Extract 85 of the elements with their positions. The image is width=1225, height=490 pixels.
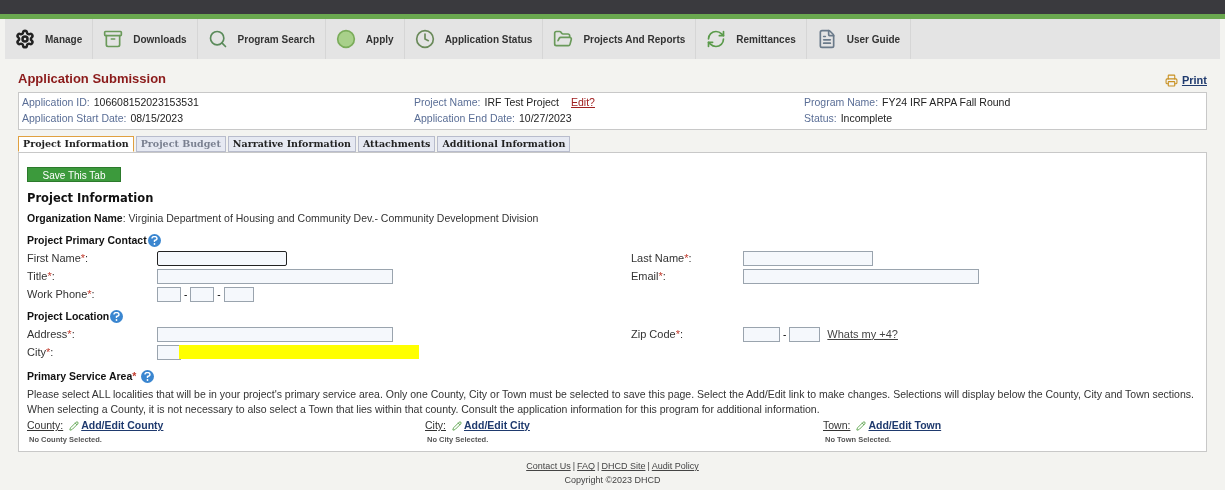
box-icon <box>103 29 124 49</box>
refresh-icon <box>706 29 727 49</box>
add-edit-link[interactable]: Add/Edit County <box>69 418 164 434</box>
footer-link[interactable]: DHCD Site <box>601 460 646 474</box>
summary-value: Incomplete <box>840 111 893 127</box>
dash-separator: - <box>783 327 787 342</box>
input-field[interactable] <box>743 268 979 284</box>
footer-separator: | <box>647 460 650 474</box>
printer-icon <box>1164 73 1178 87</box>
edit-link[interactable]: Edit? <box>571 94 595 111</box>
pencil-icon <box>452 421 462 432</box>
locality-label: County: <box>27 418 64 434</box>
tab[interactable]: Project Information <box>18 136 134 152</box>
input-field[interactable] <box>157 286 181 302</box>
field-label: Work Phone*: <box>27 287 96 302</box>
tab[interactable]: Additional Information <box>437 136 571 152</box>
print-link[interactable]: Print <box>1164 72 1207 89</box>
group-heading: Project Location <box>27 308 110 324</box>
input-field[interactable] <box>157 344 181 360</box>
input-field[interactable] <box>743 250 873 266</box>
summary-value: FY24 IRF ARPA Fall Round <box>882 94 1011 110</box>
folder-icon <box>553 29 574 49</box>
add-edit-link[interactable]: Add/Edit City <box>452 418 530 434</box>
footer-link[interactable]: FAQ <box>577 460 596 474</box>
tab[interactable]: Attachments <box>357 136 436 152</box>
field-label: Email*: <box>631 269 667 284</box>
toolbar-button[interactable]: Downloads <box>93 19 198 59</box>
input-field[interactable] <box>789 326 821 342</box>
summary-label: Project Name: <box>414 94 481 110</box>
footer-separator: | <box>572 460 576 474</box>
section-title: Project Information <box>27 190 155 207</box>
toolbar-button[interactable]: Remittances <box>696 19 807 59</box>
footer-link[interactable]: Contact Us <box>526 460 571 474</box>
help-icon[interactable] <box>147 234 161 248</box>
summary-value: 10/27/2023 <box>519 111 572 127</box>
summary-label: Application End Date: <box>414 111 515 127</box>
footer-separator: | <box>597 460 600 474</box>
add-edit-link[interactable]: Add/Edit Town <box>856 418 942 434</box>
field-label: Title*: <box>27 269 56 284</box>
footer-link[interactable]: Audit Policy <box>651 460 699 474</box>
save-button[interactable]: Save This Tab <box>27 167 121 182</box>
help-icon[interactable] <box>141 369 155 383</box>
summary-value: IRF Test Project <box>484 94 560 110</box>
copyright-text: Copyright ©2023 DHCD <box>564 473 661 487</box>
search-icon <box>207 29 228 49</box>
toolbar-button[interactable]: Application Status <box>404 19 544 59</box>
field-label: Last Name*: <box>631 251 693 266</box>
input-field[interactable] <box>157 326 393 342</box>
toolbar-button[interactable]: Apply <box>325 19 405 59</box>
input-field[interactable] <box>157 268 393 284</box>
clock-icon <box>414 29 435 49</box>
circle-icon <box>335 29 356 49</box>
input-field[interactable] <box>743 326 780 342</box>
group-heading: Project Primary Contact <box>27 233 147 248</box>
dash-separator: - <box>184 287 188 302</box>
summary-value: 106608152023153531 <box>93 94 199 110</box>
gear-icon <box>15 29 35 49</box>
input-field[interactable] <box>157 250 287 266</box>
page-title: Application Submission <box>18 70 167 88</box>
dash-separator: - <box>217 287 221 302</box>
zip-lookup-link[interactable]: Whats my +4? <box>827 325 898 343</box>
help-icon[interactable] <box>110 310 124 324</box>
locality-label: Town: <box>823 418 851 434</box>
field-label: First Name*: <box>27 251 90 266</box>
field-label: City*: <box>27 344 55 360</box>
field-label: Zip Code*: <box>631 326 684 342</box>
toolbar-button[interactable]: Projects And Reports <box>543 19 697 59</box>
organization-text: Organization Name: Virginia Department of Housing and Community Dev.- Community Development Division <box>27 211 540 227</box>
input-field[interactable] <box>190 286 215 302</box>
locality-label: City: <box>425 418 446 434</box>
field-label: Address*: <box>27 326 76 342</box>
summary-label: Status: <box>804 111 837 127</box>
summary-label: Application ID: <box>22 94 90 110</box>
input-field[interactable] <box>223 286 254 302</box>
group-heading: Primary Service Area* <box>27 368 137 384</box>
tab[interactable]: Narrative Information <box>227 136 356 152</box>
toolbar-button[interactable]: Program Search <box>197 19 326 59</box>
instructions-text: Please select ALL localities that will be in your project's primary service area. Only one County, City or Town must be selected to save this page. Select the Add/Edit link to make changes. Selections will display below the County, City and Town sections. When selecting a County, it is not necessary to also select a Town that lies within that county. Consult the application information for this program for additional information. <box>27 387 1195 418</box>
summary-value: 08/15/2023 <box>130 111 184 127</box>
pencil-icon <box>69 421 80 432</box>
pencil-icon <box>856 421 867 432</box>
toolbar-button[interactable]: User Guide <box>806 19 912 59</box>
toolbar-button[interactable]: Manage <box>5 19 94 59</box>
summary-label: Program Name: <box>804 94 879 110</box>
summary-label: Application Start Date: <box>22 111 127 127</box>
